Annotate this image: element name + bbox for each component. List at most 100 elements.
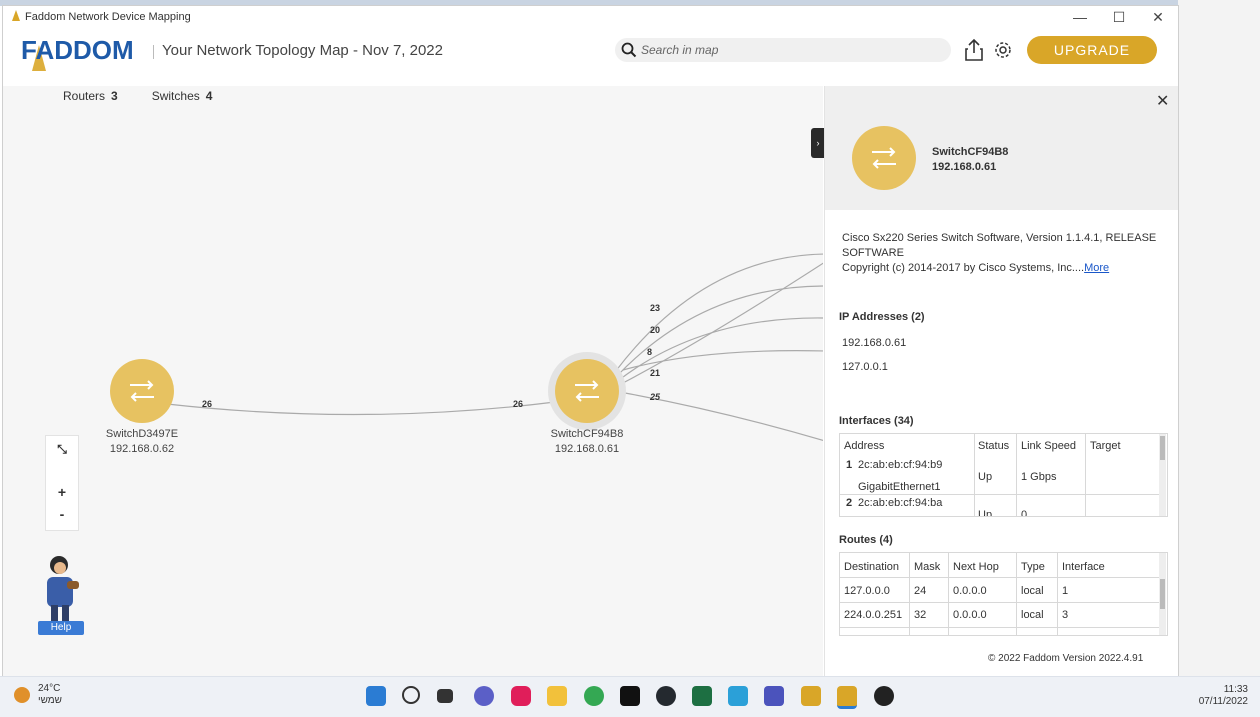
interface-address[interactable]: 2c:ab:eb:cf:94:ba: [858, 497, 942, 509]
upgrade-button[interactable]: UPGRADE: [1027, 36, 1157, 64]
switch-node[interactable]: [555, 359, 619, 423]
topology-map[interactable]: SwitchD3497E 192.168.0.62 SwitchCF94B8 1…: [3, 86, 823, 676]
clock-time: 11:33: [1223, 684, 1248, 695]
description-line: SOFTWARE: [842, 247, 904, 259]
zoom-in-button[interactable]: +: [46, 484, 78, 500]
column-header: Link Speed: [1021, 440, 1077, 452]
search-box[interactable]: Search in map: [615, 38, 951, 62]
device-avatar: [852, 126, 916, 190]
edge-label: 20: [650, 325, 661, 335]
description-line: Copyright (c) 2014-2017 by Cisco Systems…: [842, 262, 1085, 274]
panel-header: ✕ SwitchCF94B8 192.168.0.61: [825, 86, 1178, 210]
route-type: local: [1021, 609, 1044, 621]
switch-node[interactable]: [110, 359, 174, 423]
help-widget[interactable]: Help: [37, 553, 85, 635]
selected-node-ring[interactable]: [548, 352, 626, 430]
gear-icon[interactable]: [993, 40, 1013, 60]
faddom-icon[interactable]: [801, 686, 821, 706]
file-explorer-icon[interactable]: [547, 686, 567, 706]
github-icon[interactable]: [656, 686, 676, 706]
app-icon[interactable]: [874, 686, 894, 706]
route-mask: 24: [914, 585, 927, 597]
device-description: Cisco Sx220 Series Switch Software, Vers…: [842, 231, 1162, 276]
device-stats: Routers 3 Switches 4: [63, 89, 246, 103]
more-link[interactable]: More: [1084, 262, 1109, 274]
weather-icon[interactable]: [14, 687, 30, 703]
notion-icon[interactable]: [620, 686, 640, 706]
teams-icon[interactable]: [764, 686, 784, 706]
switch-icon: [575, 380, 599, 402]
collapse-panel-button[interactable]: ›: [811, 128, 825, 158]
route-type: local: [1021, 585, 1044, 597]
faddom-active-icon[interactable]: [837, 686, 857, 709]
task-view-icon[interactable]: [437, 689, 453, 703]
route-mask: 32: [914, 609, 927, 621]
title-bar: Faddom Network Device Mapping — ☐ ✕: [3, 6, 1178, 28]
desktop-background-right: [1178, 0, 1260, 676]
row-index: 1: [846, 459, 853, 471]
column-header: Status: [978, 440, 1010, 452]
slack-icon[interactable]: [511, 686, 531, 706]
interfaces-scrollbar[interactable]: [1159, 434, 1166, 516]
column-header: Interface: [1062, 561, 1105, 573]
switches-count: 4: [205, 89, 213, 103]
excel-icon[interactable]: [692, 686, 712, 706]
route-destination: 127.0.0.0: [844, 585, 890, 597]
routes-scrollbar[interactable]: [1159, 553, 1166, 635]
chrome-icon[interactable]: [584, 686, 604, 706]
help-character-icon: [47, 556, 79, 621]
share-icon[interactable]: [963, 38, 985, 62]
ip-address: 127.0.0.1: [842, 361, 888, 373]
temperature: 24°C: [38, 683, 61, 694]
close-window-button[interactable]: ✕: [1143, 8, 1173, 26]
fit-view-button[interactable]: ⤡: [46, 442, 78, 457]
routers-label[interactable]: Routers: [63, 89, 105, 103]
help-label[interactable]: Help: [38, 621, 84, 635]
search-taskbar-icon[interactable]: [402, 686, 420, 704]
route-next-hop: 0.0.0.0: [953, 609, 987, 621]
edge-label: 23: [650, 303, 661, 313]
routes-table[interactable]: Destination Mask Next Hop Type Interface…: [839, 552, 1168, 636]
window-title: Faddom Network Device Mapping: [25, 11, 191, 23]
taskbar: 24°C שמשי 11:33 07/11/2022: [0, 676, 1260, 717]
interfaces-table[interactable]: Address Status Link Speed Target 1 2c:ab…: [839, 433, 1168, 517]
minimize-button[interactable]: —: [1065, 8, 1095, 26]
interface-name: GigabitEthernet1: [858, 481, 941, 493]
device-details-panel: ✕ SwitchCF94B8 192.168.0.61 Cisco Sx220 …: [824, 86, 1178, 676]
close-panel-button[interactable]: ✕: [1156, 91, 1169, 111]
title-separator: [153, 45, 154, 59]
windows-start-icon[interactable]: [366, 686, 386, 706]
routes-title: Routes (4): [839, 534, 893, 546]
system-clock[interactable]: 11:33 07/11/2022: [1198, 684, 1248, 708]
weather-widget[interactable]: 24°C שמשי: [38, 683, 62, 707]
app-window: Faddom Network Device Mapping — ☐ ✕ FADD…: [2, 5, 1179, 677]
column-header: Mask: [914, 561, 941, 573]
device-name: SwitchCF94B8: [932, 146, 1009, 158]
maximize-button[interactable]: ☐: [1104, 8, 1134, 26]
interface-address[interactable]: 2c:ab:eb:cf:94:b9: [858, 459, 942, 471]
interface-speed: 1 Gbps: [1021, 471, 1057, 483]
interface-status: Up: [978, 471, 993, 483]
node-name: SwitchCF94B8: [550, 428, 624, 440]
edge-label: 26: [202, 399, 213, 409]
search-icon: [621, 42, 637, 58]
search-input[interactable]: Search in map: [641, 43, 718, 57]
logo-text: FADDOM: [21, 35, 134, 65]
node-ip: 192.168.0.62: [109, 443, 175, 455]
zoom-out-button[interactable]: -: [46, 506, 78, 522]
faddom-app-icon: [12, 10, 20, 21]
edge-label: 26: [513, 399, 524, 409]
node-label: SwitchD3497E 192.168.0.62: [82, 427, 202, 457]
ip-addresses-title: IP Addresses (2): [839, 311, 925, 323]
teams-chat-icon[interactable]: [474, 686, 494, 706]
route-interface: 3: [1062, 609, 1069, 621]
column-header: Destination: [844, 561, 900, 573]
network-tool-icon[interactable]: [728, 686, 748, 706]
app-header: FADDOM Your Network Topology Map - Nov 7…: [3, 28, 1178, 86]
version-footer: © 2022 Faddom Version 2022.4.91: [988, 653, 1144, 664]
faddom-logo[interactable]: FADDOM: [21, 33, 143, 78]
device-ip: 192.168.0.61: [932, 161, 997, 173]
switches-label[interactable]: Switches: [152, 89, 200, 103]
route-interface: 1: [1062, 585, 1069, 597]
node-ip: 192.168.0.61: [554, 443, 620, 455]
